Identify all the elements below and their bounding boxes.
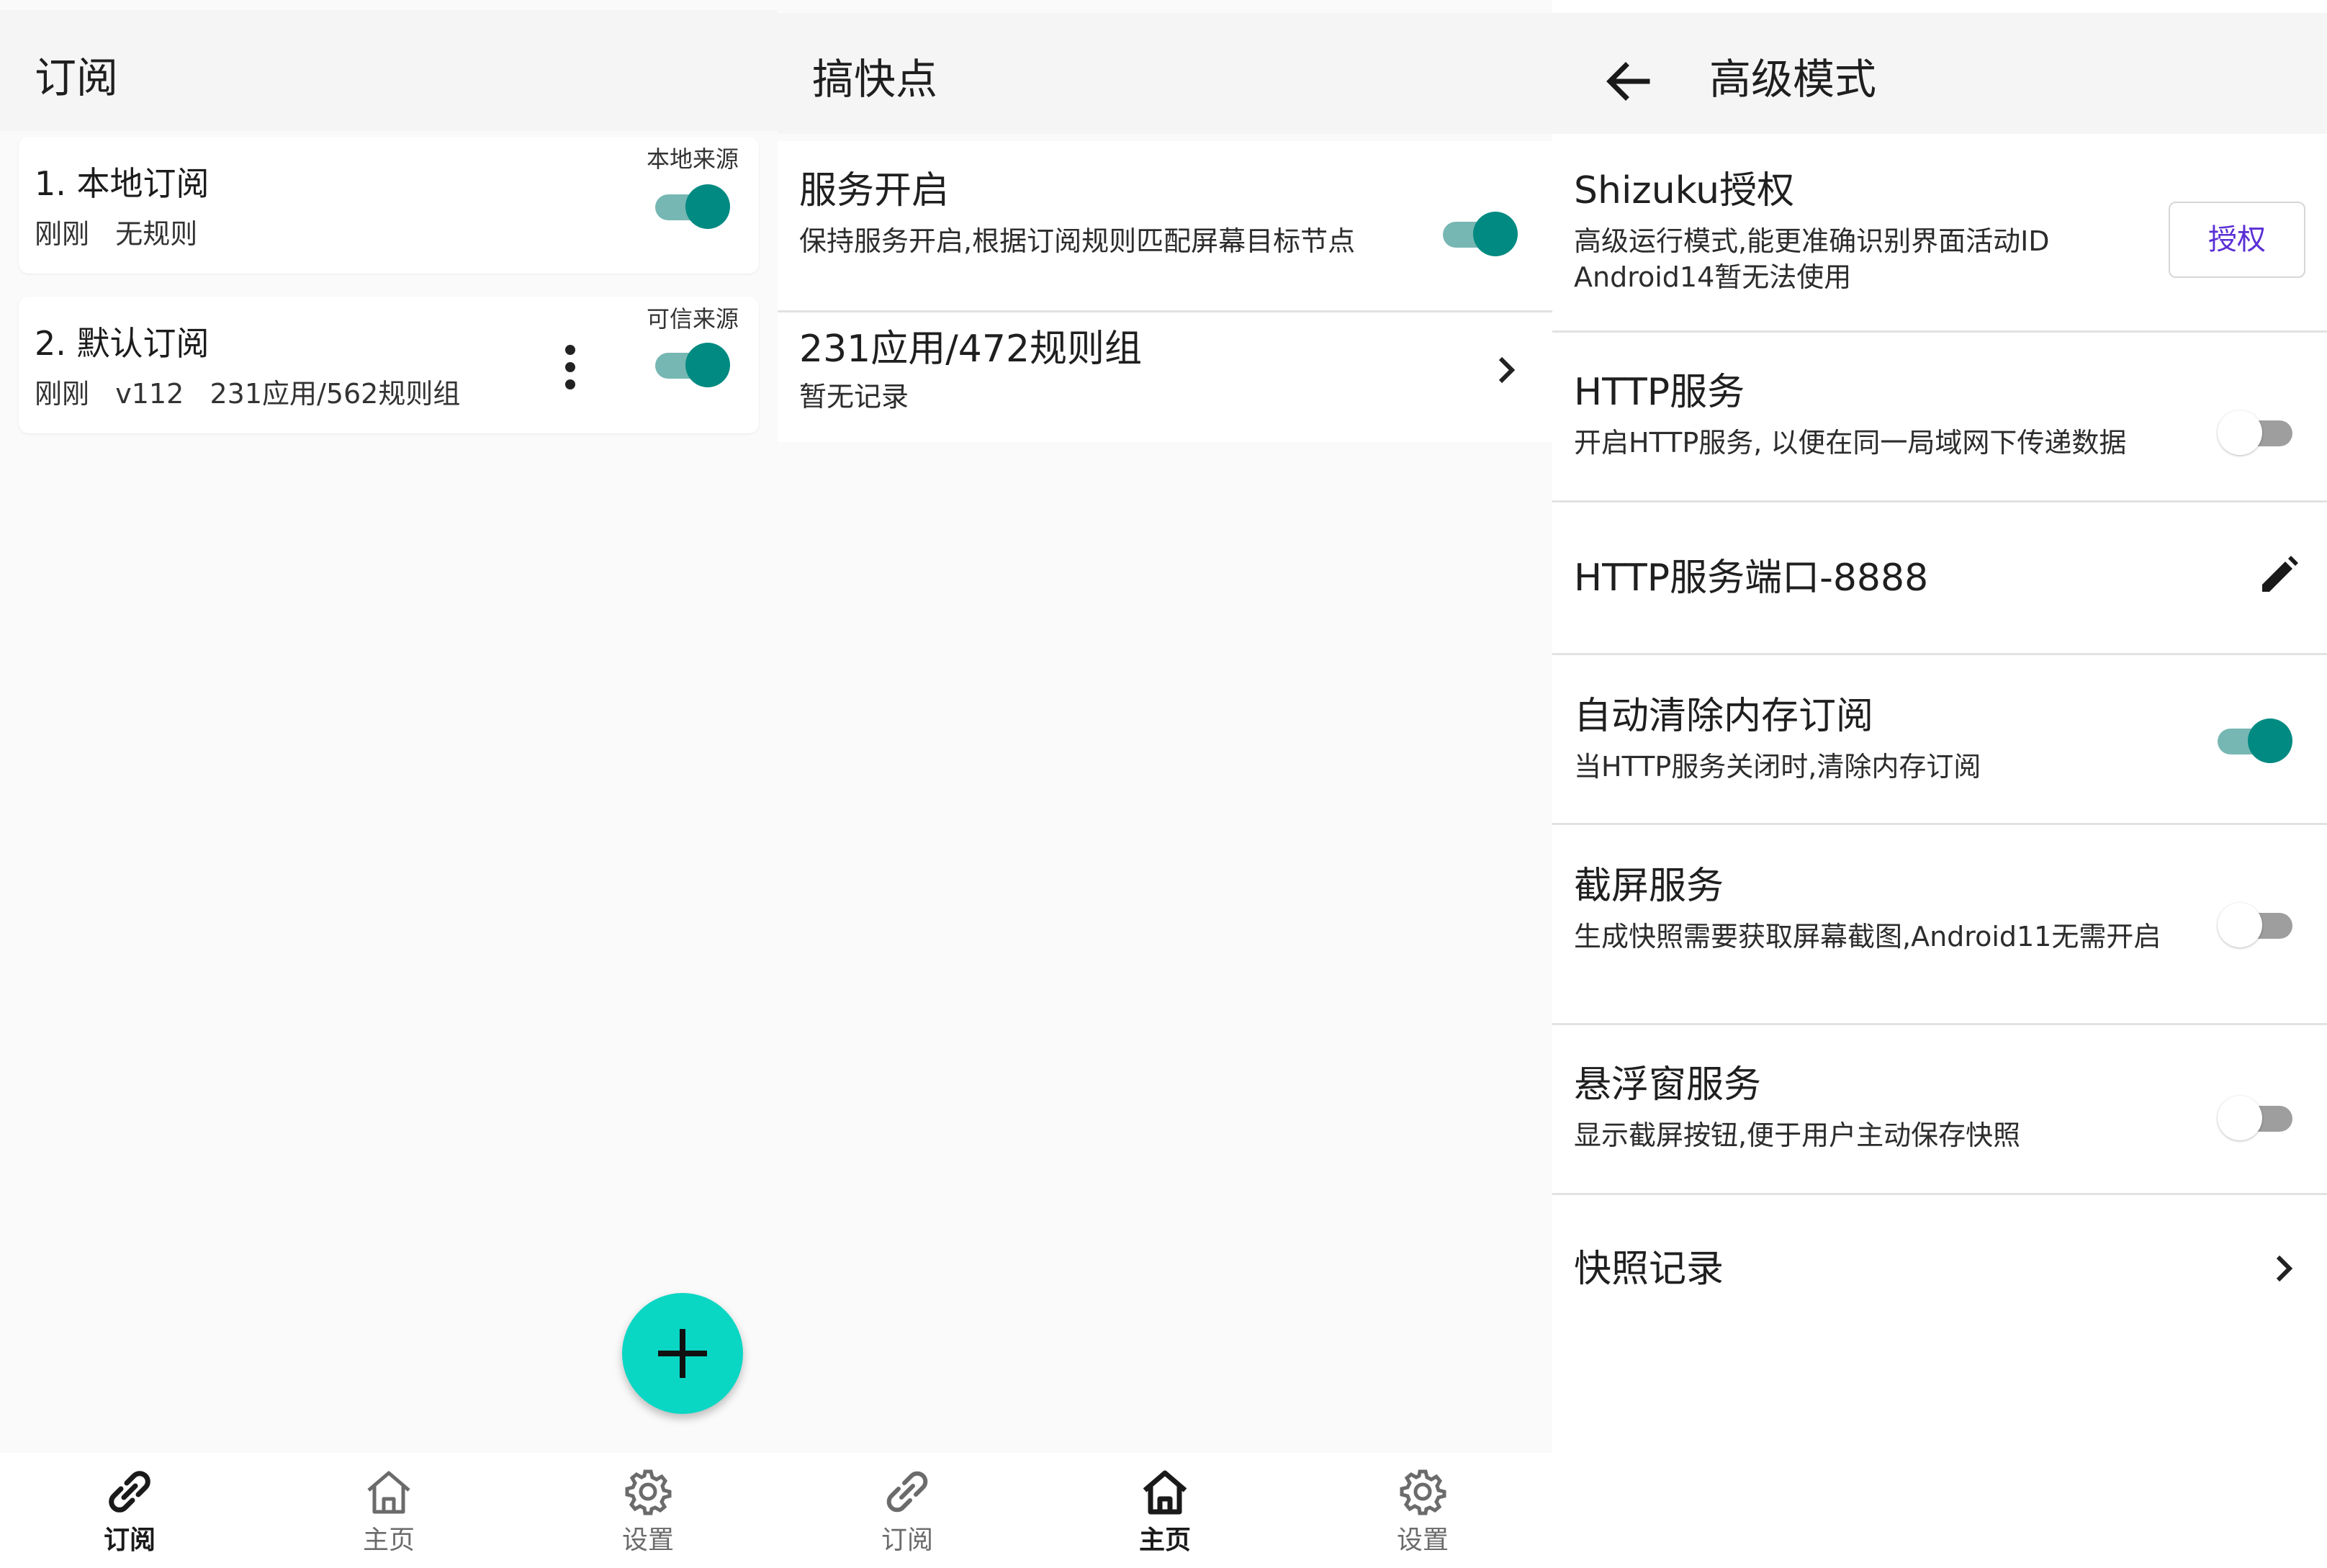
- page-title: 搞快点: [812, 55, 938, 104]
- http-service-toggle[interactable]: [2218, 407, 2297, 455]
- bottom-navigation: 订阅 主页 设置: [0, 1453, 778, 1568]
- nav-label: 主页: [1138, 1526, 1191, 1555]
- home-screen: 搞快点 服务开启 保持服务开启,根据订阅规则匹配屏幕目标节点 231应用/472…: [778, 0, 1552, 1568]
- auto-clear-row[interactable]: 自动清除内存订阅 当HTTP服务关闭时,清除内存订阅: [1552, 655, 2327, 825]
- chevron-right-icon: [1498, 356, 1516, 384]
- nav-item-home[interactable]: 主页: [281, 1453, 497, 1568]
- plus-icon: [658, 1329, 707, 1378]
- link-icon: [109, 1471, 150, 1513]
- row-title: Shizuku授权: [1574, 169, 1795, 212]
- subscription-card[interactable]: 本地来源 1. 本地订阅 刚刚 无规则: [19, 137, 759, 274]
- page-title: 高级模式: [1709, 55, 1877, 104]
- row-title: HTTP服务端口-8888: [1574, 557, 1929, 600]
- nav-label: 设置: [1396, 1526, 1449, 1555]
- add-subscription-button[interactable]: [622, 1293, 743, 1414]
- subscription-meta: 刚刚 无规则: [35, 218, 198, 250]
- page-title: 订阅: [35, 53, 119, 102]
- row-title: 231应用/472规则组: [799, 328, 1143, 371]
- home-icon: [367, 1471, 410, 1514]
- nav-item-subscribe[interactable]: 订阅: [799, 1453, 1015, 1568]
- row-title: 自动清除内存订阅: [1574, 695, 1874, 738]
- row-description: 暂无记录: [799, 381, 909, 413]
- row-title: 悬浮窗服务: [1574, 1063, 1762, 1107]
- gear-icon: [1400, 1469, 1446, 1515]
- advanced-mode-screen: 高级模式 Shizuku授权 高级运行模式,能更准确识别界面活动ID Andro…: [1552, 0, 2327, 1568]
- row-description: Android14暂无法使用: [1574, 261, 1852, 293]
- http-service-row[interactable]: HTTP服务 开启HTTP服务, 以便在同一局域网下传递数据: [1552, 333, 2327, 503]
- bottom-navigation: 订阅 主页 设置: [778, 1453, 1552, 1568]
- floating-window-toggle[interactable]: [2218, 1093, 2297, 1140]
- row-title: 服务开启: [799, 169, 950, 212]
- nav-label: 主页: [362, 1526, 415, 1555]
- subscription-toggle[interactable]: [655, 340, 730, 387]
- top-app-bar: 订阅: [0, 10, 778, 131]
- screenshot-service-toggle[interactable]: [2218, 900, 2297, 947]
- pencil-icon[interactable]: [2255, 553, 2301, 599]
- nav-item-settings[interactable]: 设置: [540, 1453, 756, 1568]
- service-toggle[interactable]: [1443, 209, 1518, 256]
- row-description: 高级运行模式,能更准确识别界面活动ID: [1574, 225, 2050, 257]
- source-tag: 本地来源: [646, 145, 739, 173]
- top-app-bar: 搞快点: [778, 13, 1552, 134]
- http-port-row[interactable]: HTTP服务端口-8888: [1552, 503, 2327, 655]
- row-description: 保持服务开启,根据订阅规则匹配屏幕目标节点: [799, 225, 1356, 257]
- rules-summary-row[interactable]: 231应用/472规则组 暂无记录: [778, 312, 1552, 442]
- gear-icon: [625, 1469, 672, 1515]
- nav-item-home[interactable]: 主页: [1057, 1453, 1273, 1568]
- nav-label: 订阅: [103, 1526, 156, 1555]
- row-description: 当HTTP服务关闭时,清除内存订阅: [1574, 751, 1981, 783]
- row-description: 显示截屏按钮,便于用户主动保存快照: [1574, 1119, 2021, 1151]
- more-vert-icon[interactable]: [556, 338, 585, 396]
- row-title: 截屏服务: [1574, 865, 1724, 908]
- subscription-toggle[interactable]: [655, 181, 730, 229]
- row-description: 开启HTTP服务, 以便在同一局域网下传递数据: [1574, 427, 2127, 459]
- subscription-title: 2. 默认订阅: [35, 324, 210, 363]
- screenshot-service-row[interactable]: 截屏服务 生成快照需要获取屏幕截图,Android11无需开启: [1552, 825, 2327, 1025]
- snapshot-records-row[interactable]: 快照记录: [1552, 1195, 2327, 1346]
- home-icon: [1143, 1470, 1187, 1515]
- nav-item-subscribe[interactable]: 订阅: [22, 1453, 238, 1568]
- subscriptions-screen: 订阅 本地来源 1. 本地订阅 刚刚 无规则 可信来源 2. 默认订阅 刚刚 v…: [0, 0, 778, 1568]
- authorize-button[interactable]: 授权: [2169, 202, 2305, 278]
- arrow-left-icon[interactable]: [1603, 56, 1653, 107]
- subscription-card[interactable]: 可信来源 2. 默认订阅 刚刚 v112 231应用/562规则组: [19, 297, 759, 433]
- row-title: HTTP服务: [1574, 371, 1745, 414]
- shizuku-auth-row: Shizuku授权 高级运行模式,能更准确识别界面活动ID Android14暂…: [1552, 141, 2327, 333]
- nav-label: 设置: [621, 1526, 674, 1555]
- nav-label: 订阅: [881, 1526, 933, 1555]
- subscription-meta: 刚刚 v112 231应用/562规则组: [35, 378, 461, 410]
- service-switch-row[interactable]: 服务开启 保持服务开启,根据订阅规则匹配屏幕目标节点: [778, 141, 1552, 312]
- chevron-right-icon: [2276, 1255, 2293, 1282]
- subscription-title: 1. 本地订阅: [35, 164, 210, 203]
- row-description: 生成快照需要获取屏幕截图,Android11无需开启: [1574, 921, 2161, 952]
- floating-window-row[interactable]: 悬浮窗服务 显示截屏按钮,便于用户主动保存快照: [1552, 1025, 2327, 1195]
- row-title: 快照记录: [1574, 1248, 1724, 1291]
- nav-item-settings[interactable]: 设置: [1315, 1453, 1531, 1568]
- source-tag: 可信来源: [646, 305, 739, 333]
- top-app-bar: 高级模式: [1552, 13, 2327, 134]
- auto-clear-toggle[interactable]: [2218, 716, 2292, 763]
- link-icon: [886, 1471, 928, 1513]
